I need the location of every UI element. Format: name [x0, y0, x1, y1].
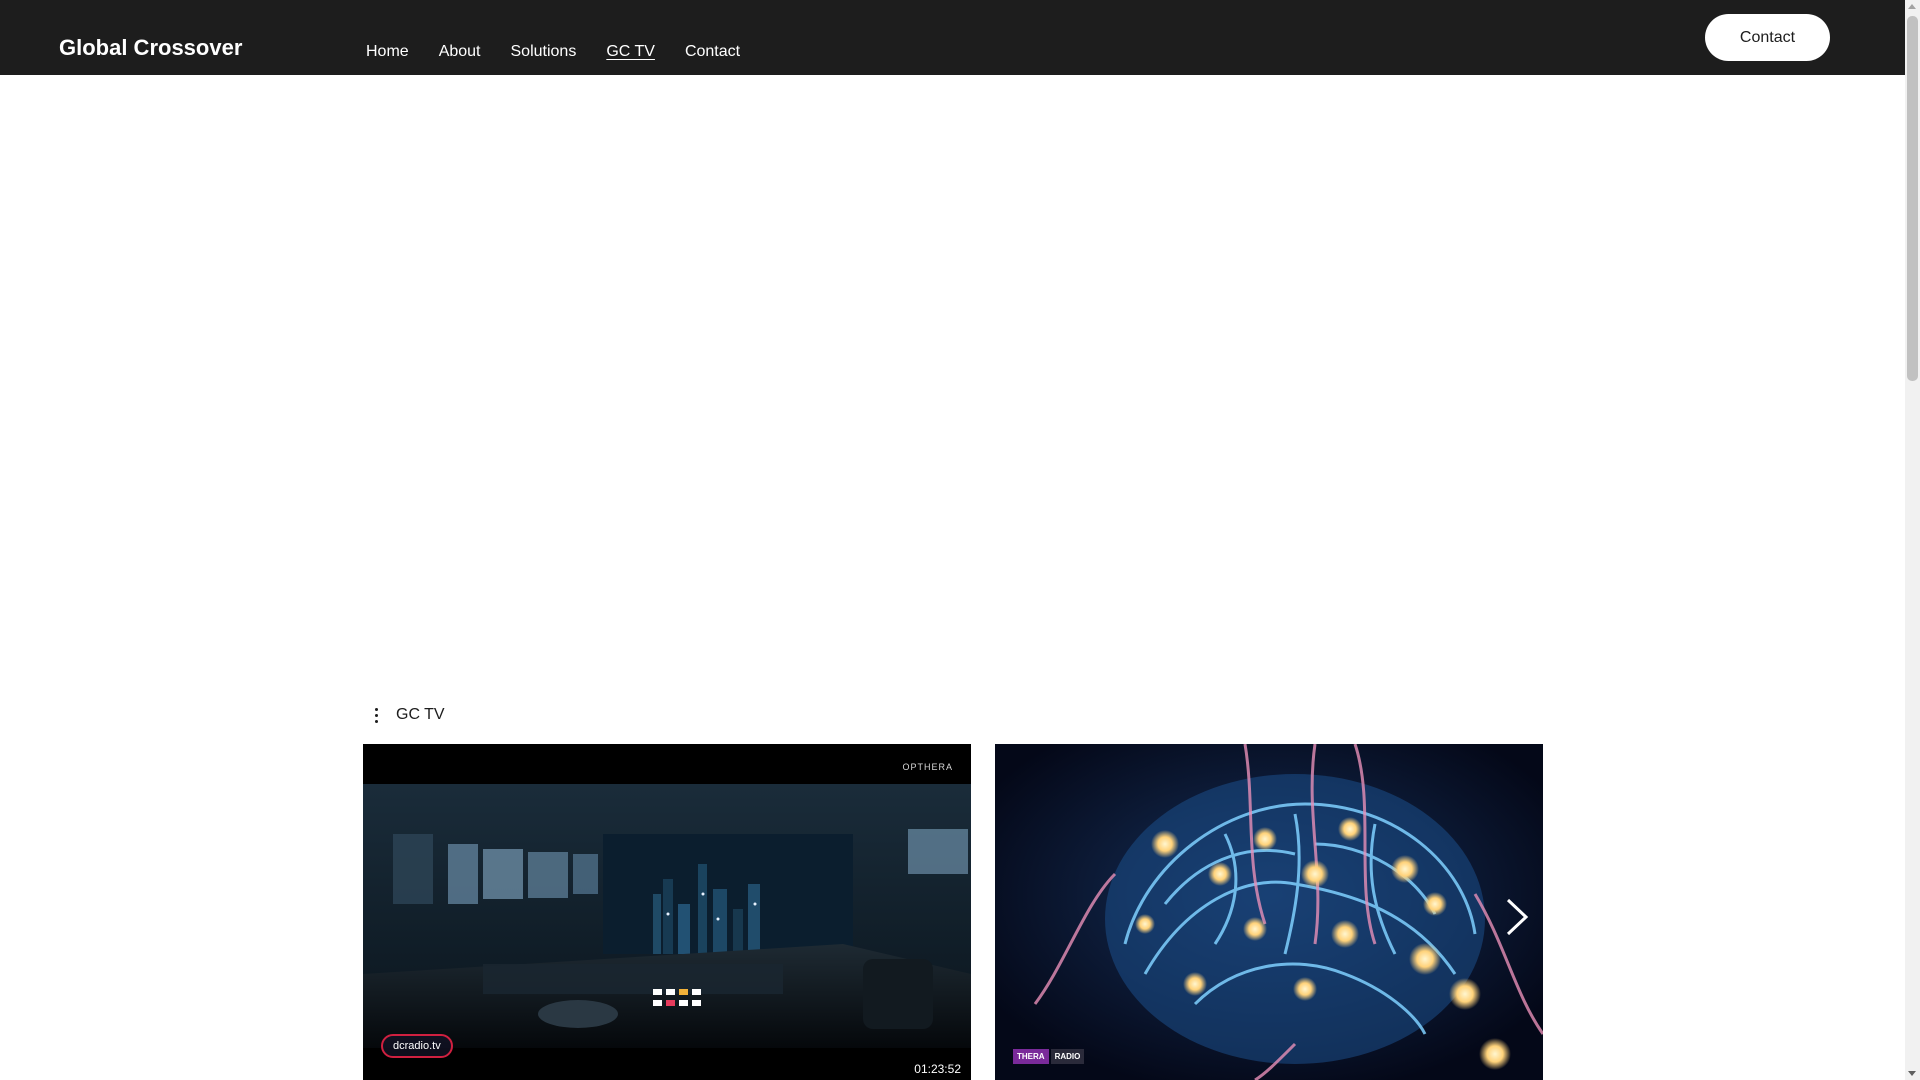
video-thumbnail-studio[interactable]: OPTHERA dcradio.tv 01:23:52 — [363, 744, 971, 1080]
main-nav: Home About Solutions GC TV Contact — [366, 43, 740, 61]
channel-title: GC TV — [396, 706, 445, 723]
video-duration: 01:23:52 — [914, 1062, 961, 1076]
video-channel-logo: THERA RADIO — [1013, 1049, 1085, 1064]
nav-gc-tv[interactable]: GC TV — [606, 43, 655, 61]
site-header: Global Crossover Home About Solutions GC… — [0, 0, 1905, 75]
studio-thumbnail-image — [363, 784, 971, 1080]
channel-bar: GC TV — [370, 706, 445, 724]
nav-about[interactable]: About — [439, 43, 481, 61]
scroll-up-icon[interactable] — [1908, 4, 1916, 9]
radio-logo-part: RADIO — [1050, 1049, 1085, 1064]
nav-solutions[interactable]: Solutions — [511, 43, 577, 61]
scroll-thumb[interactable] — [1907, 16, 1918, 381]
video-thumbnail-brain[interactable]: THERA RADIO — [995, 744, 1543, 1080]
contact-button[interactable]: Contact — [1705, 14, 1830, 61]
nav-contact[interactable]: Contact — [685, 43, 740, 61]
chevron-right-icon[interactable] — [1504, 897, 1530, 937]
video-channel-logo: dcradio.tv — [381, 1034, 453, 1058]
video-letterbox-top — [363, 744, 971, 784]
thera-logo-part: THERA — [1013, 1049, 1049, 1064]
brain-thumbnail-image — [995, 744, 1543, 1080]
video-corner-logo: OPTHERA — [902, 762, 953, 772]
site-brand[interactable]: Global Crossover — [59, 35, 242, 61]
scroll-down-icon[interactable] — [1908, 1071, 1916, 1076]
nav-home[interactable]: Home — [366, 43, 409, 61]
kebab-menu-icon[interactable] — [370, 707, 382, 723]
page-scrollbar[interactable] — [1905, 0, 1920, 1080]
page: Global Crossover Home About Solutions GC… — [0, 0, 1920, 1080]
